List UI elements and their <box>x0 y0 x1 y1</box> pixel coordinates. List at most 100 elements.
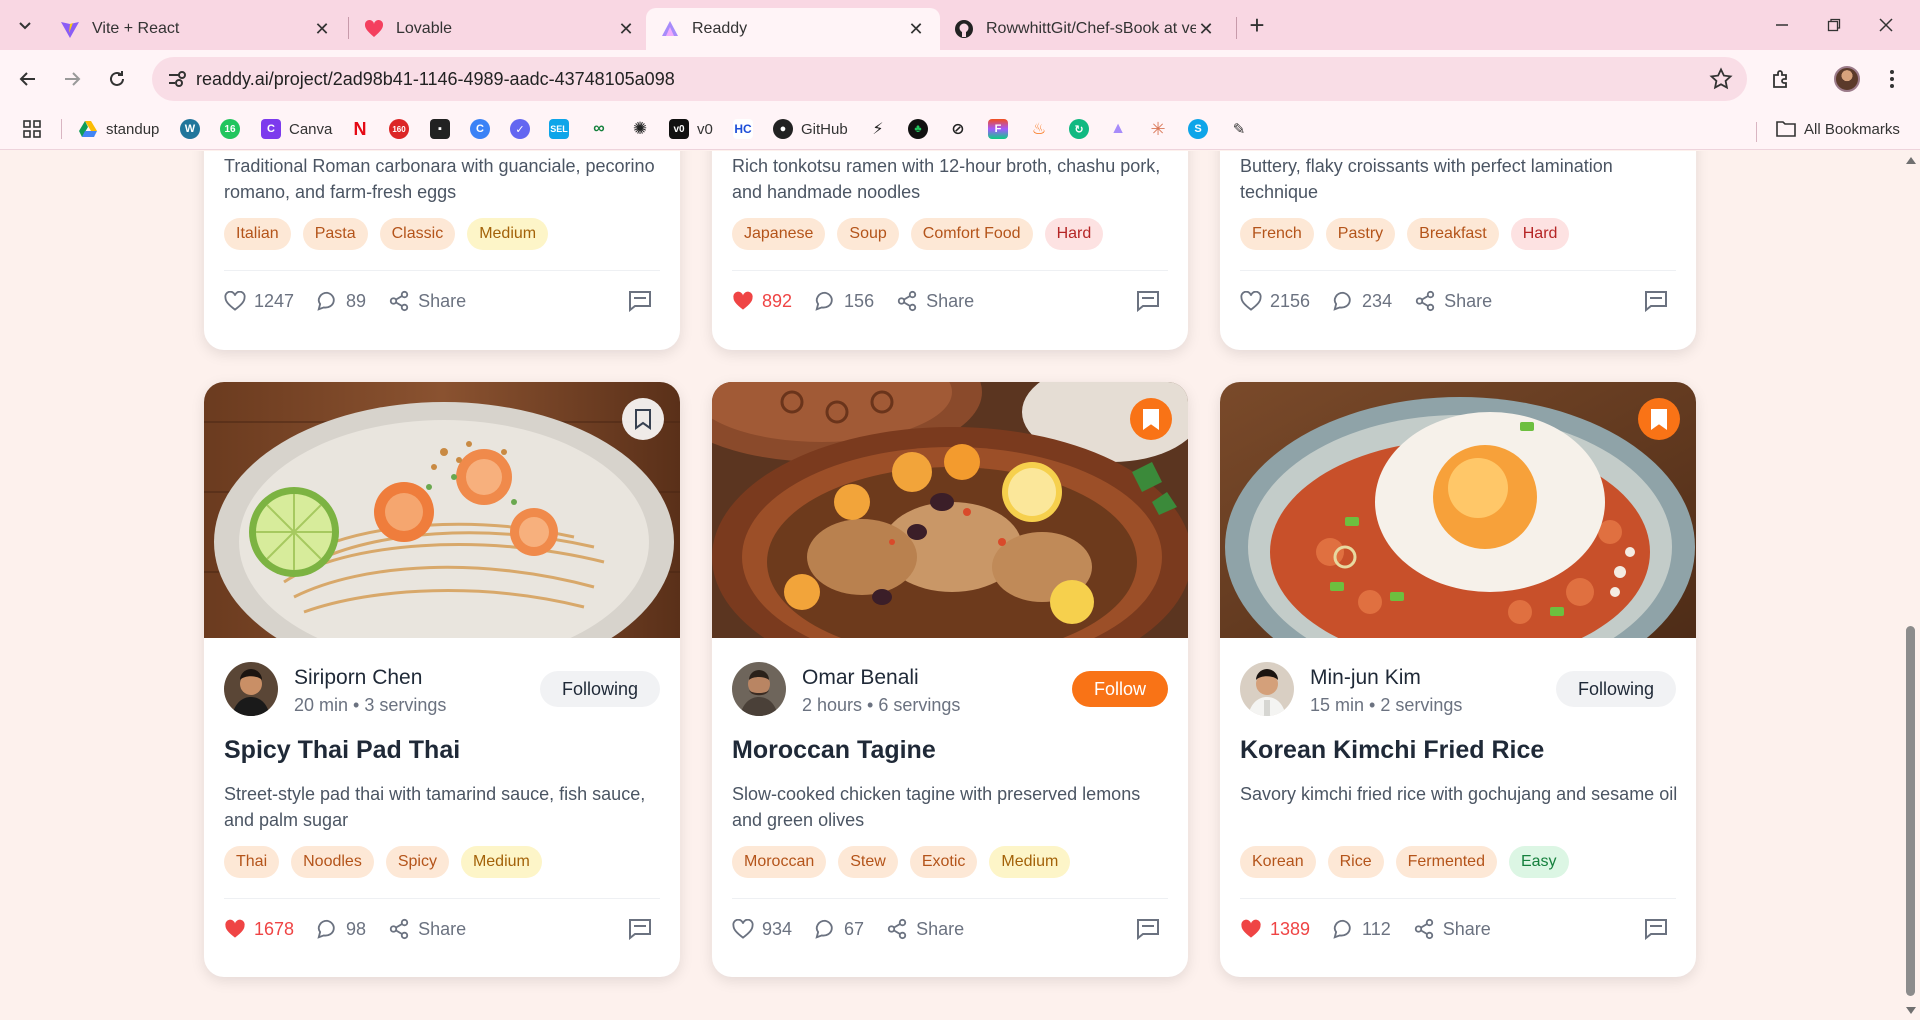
bookmark-hc[interactable]: HC <box>733 118 753 140</box>
follow-button[interactable]: Following <box>539 671 660 707</box>
like-button[interactable]: 1678 <box>224 919 294 940</box>
bookmark-canva[interactable]: C Canva <box>261 118 332 140</box>
share-button[interactable]: Share <box>388 918 466 940</box>
tag[interactable]: Soup <box>837 218 899 250</box>
message-button[interactable] <box>1136 918 1168 940</box>
address-bar[interactable]: readdy.ai/project/2ad98b41-1146-4989-aad… <box>152 57 1747 101</box>
author-avatar[interactable] <box>1240 662 1294 716</box>
comments-button[interactable]: 67 <box>814 918 864 940</box>
message-button[interactable] <box>628 290 660 312</box>
bookmark-bot[interactable]: ▪ <box>430 118 450 140</box>
page-scrollbar[interactable] <box>1902 151 1920 1020</box>
close-tab-icon[interactable]: ✕ <box>1196 19 1216 40</box>
message-button[interactable] <box>1136 290 1168 312</box>
comments-button[interactable]: 98 <box>316 918 366 940</box>
recipe-card[interactable]: Min-jun Kim 15 min • 2 servings Followin… <box>1220 382 1696 977</box>
forward-button[interactable] <box>57 64 87 94</box>
difficulty-tag[interactable]: Medium <box>467 218 549 250</box>
recipe-title[interactable]: Moroccan Tagine <box>732 736 936 765</box>
bookmark-mark[interactable]: ✓ <box>510 118 530 140</box>
bookmark-ring[interactable]: ⊘ <box>948 118 968 140</box>
tag[interactable]: Thai <box>224 846 280 878</box>
author-name[interactable]: Siriporn Chen <box>294 666 422 690</box>
tag[interactable]: Pastry <box>1325 218 1396 250</box>
tag[interactable]: Fermented <box>1395 846 1497 878</box>
close-tab-icon[interactable]: ✕ <box>906 19 926 40</box>
bookmark-button[interactable] <box>1130 398 1172 440</box>
share-button[interactable]: Share <box>896 290 974 312</box>
tag[interactable]: Breakfast <box>1407 218 1499 250</box>
back-button[interactable] <box>13 64 43 94</box>
close-tab-icon[interactable]: ✕ <box>312 19 332 40</box>
difficulty-tag[interactable]: Medium <box>989 846 1071 878</box>
new-tab-button[interactable]: + <box>1244 12 1270 38</box>
bookmark-standup[interactable]: standup <box>78 118 159 140</box>
tab-search-button[interactable] <box>12 12 38 38</box>
scrollbar-thumb[interactable] <box>1906 626 1915 996</box>
like-button[interactable]: 892 <box>732 291 792 312</box>
like-button[interactable]: 2156 <box>1240 291 1310 312</box>
bookmark-extension[interactable]: ✎ <box>1229 118 1249 140</box>
recipe-card[interactable]: Omar Benali 2 hours • 6 servings Follow … <box>712 382 1188 977</box>
bookmark-s[interactable]: S <box>1188 118 1208 140</box>
extensions-button[interactable] <box>1766 64 1796 94</box>
bookmark-v0[interactable]: v0 v0 <box>669 118 713 140</box>
scroll-down-arrow-icon[interactable] <box>1906 1007 1916 1014</box>
minimize-button[interactable] <box>1762 10 1802 40</box>
tag[interactable]: Classic <box>379 218 456 250</box>
tag[interactable]: French <box>1240 218 1314 250</box>
bookmark-button[interactable] <box>1638 398 1680 440</box>
profile-button[interactable] <box>1832 64 1862 94</box>
scroll-up-arrow-icon[interactable] <box>1906 157 1916 164</box>
tag[interactable]: Pasta <box>302 218 368 250</box>
all-bookmarks-button[interactable]: All Bookmarks <box>1776 118 1900 140</box>
like-button[interactable]: 934 <box>732 919 792 940</box>
tag[interactable]: Noodles <box>291 846 374 878</box>
follow-button[interactable]: Follow <box>1071 671 1168 707</box>
recipe-card[interactable]: Rich tonkotsu ramen with 12-hour broth, … <box>712 151 1188 350</box>
bookmark-sel[interactable]: SEL <box>549 118 569 140</box>
comments-button[interactable]: 156 <box>814 290 874 312</box>
recipe-card[interactable]: Siriporn Chen 20 min • 3 servings Follow… <box>204 382 680 977</box>
message-button[interactable] <box>1644 918 1676 940</box>
tag[interactable]: Comfort Food <box>910 218 1033 250</box>
tab-github[interactable]: RowwhittGit/Chef-sBook at vers ✕ <box>940 8 1230 50</box>
difficulty-tag[interactable]: Easy <box>1508 846 1569 878</box>
site-settings-icon[interactable] <box>166 68 188 90</box>
author-name[interactable]: Omar Benali <box>802 666 919 690</box>
bookmark-button[interactable] <box>622 398 664 440</box>
tag[interactable]: Moroccan <box>732 846 827 878</box>
recipe-title[interactable]: Spicy Thai Pad Thai <box>224 736 460 765</box>
bookmark-github[interactable]: ● GitHub <box>773 118 848 140</box>
close-tab-icon[interactable]: ✕ <box>616 19 636 40</box>
browser-menu-button[interactable] <box>1877 64 1907 94</box>
bookmark-infinity[interactable]: ∞ <box>589 118 609 140</box>
tag[interactable]: Korean <box>1240 846 1316 878</box>
bookmark-160[interactable]: 160 <box>389 118 409 140</box>
like-button[interactable]: 1247 <box>224 291 294 312</box>
star-icon[interactable] <box>1709 67 1733 91</box>
bookmark-readdy[interactable]: ▲ <box>1108 118 1128 140</box>
share-button[interactable]: Share <box>1413 918 1491 940</box>
tab-lovable[interactable]: Lovable ✕ <box>350 8 650 50</box>
recipe-title[interactable]: Korean Kimchi Fried Rice <box>1240 736 1544 765</box>
message-button[interactable] <box>628 918 660 940</box>
bookmark-netflix[interactable]: N <box>350 118 370 140</box>
difficulty-tag[interactable]: Hard <box>1044 218 1104 250</box>
url-text[interactable]: readdy.ai/project/2ad98b41-1146-4989-aad… <box>196 69 675 90</box>
tab-vite-react[interactable]: Vite + React ✕ <box>46 8 346 50</box>
tag[interactable]: Italian <box>224 218 291 250</box>
bookmark-sixteen[interactable]: 16 <box>220 118 240 140</box>
bookmark-circle-c[interactable]: C <box>470 118 490 140</box>
tag[interactable]: Rice <box>1327 846 1384 878</box>
like-button[interactable]: 1389 <box>1240 919 1310 940</box>
comments-button[interactable]: 89 <box>316 290 366 312</box>
share-button[interactable]: Share <box>886 918 964 940</box>
share-button[interactable]: Share <box>388 290 466 312</box>
message-button[interactable] <box>1644 290 1676 312</box>
difficulty-tag[interactable]: Hard <box>1510 218 1570 250</box>
bookmark-figma[interactable]: F <box>988 118 1008 140</box>
bookmark-loop[interactable]: ↻ <box>1069 118 1089 140</box>
bookmark-leaf[interactable]: ♣ <box>908 118 928 140</box>
close-window-button[interactable] <box>1866 10 1906 40</box>
